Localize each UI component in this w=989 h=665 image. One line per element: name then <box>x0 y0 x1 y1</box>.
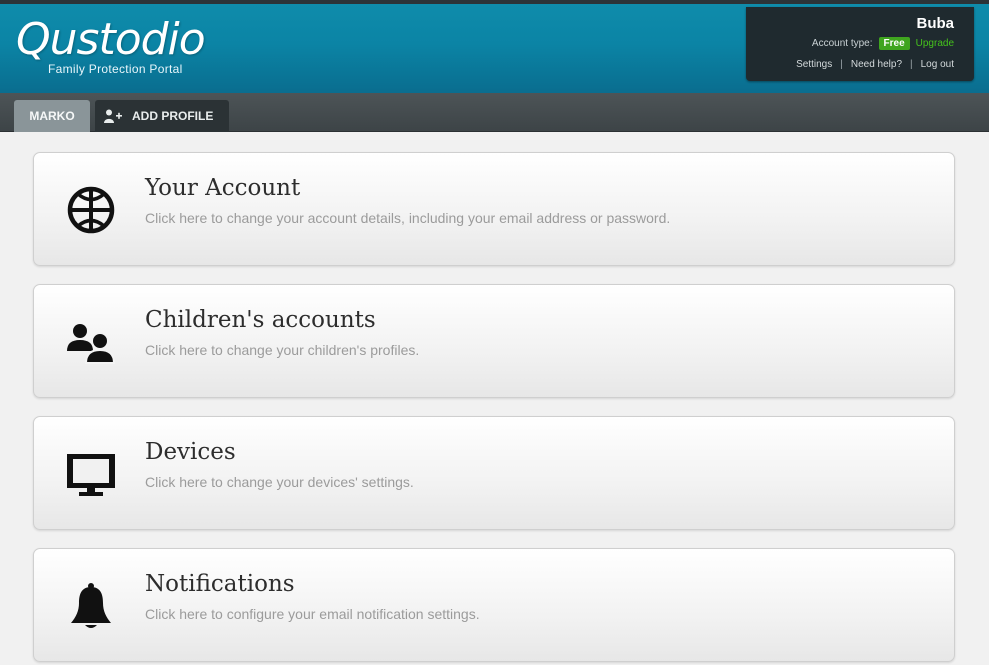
card-description: Click here to configure your email notif… <box>145 606 480 622</box>
card-description: Click here to change your account detail… <box>145 210 671 226</box>
tab-profile-marko[interactable]: MARKO <box>14 100 90 132</box>
monitor-icon <box>64 447 118 501</box>
help-link[interactable]: Need help? <box>851 59 902 70</box>
logout-link[interactable]: Log out <box>921 59 954 70</box>
link-separator: | <box>840 59 843 70</box>
logo[interactable]: Qustodio <box>16 14 206 66</box>
card-title: Devices <box>145 439 236 465</box>
add-profile-label: ADD PROFILE <box>132 109 214 123</box>
bell-icon <box>64 579 118 633</box>
profile-tab-bar: MARKO ADD PROFILE <box>0 93 989 132</box>
link-separator: | <box>910 59 913 70</box>
page: Qustodio Family Protection Portal Buba A… <box>0 0 989 665</box>
tab-profile-label: MARKO <box>29 109 75 123</box>
card-description: Click here to change your children's pro… <box>145 342 420 358</box>
add-profile-button[interactable]: ADD PROFILE <box>95 100 229 132</box>
card-title: Your Account <box>145 175 301 201</box>
card-your-account[interactable]: Your Account Click here to change your a… <box>33 152 955 266</box>
card-childrens-accounts[interactable]: Children's accounts Click here to change… <box>33 284 955 398</box>
account-type-row: Account type: Free Upgrade <box>812 37 954 50</box>
user-links: Settings | Need help? | Log out <box>796 59 954 70</box>
logo-tagline: Family Protection Portal <box>48 62 183 76</box>
card-title: Notifications <box>145 571 295 597</box>
user-panel: Buba Account type: Free Upgrade Settings… <box>746 7 974 81</box>
header: Qustodio Family Protection Portal Buba A… <box>0 0 989 93</box>
card-notifications[interactable]: Notifications Click here to configure yo… <box>33 548 955 662</box>
username: Buba <box>916 15 955 32</box>
upgrade-link[interactable]: Upgrade <box>916 38 954 49</box>
card-devices[interactable]: Devices Click here to change your device… <box>33 416 955 530</box>
account-type-label: Account type: <box>811 38 873 49</box>
account-type-badge: Free <box>878 37 910 50</box>
add-user-icon <box>104 109 122 123</box>
globe-icon <box>64 183 118 237</box>
settings-link[interactable]: Settings <box>796 59 832 70</box>
card-title: Children's accounts <box>145 307 376 333</box>
users-icon <box>64 315 118 369</box>
card-description: Click here to change your devices' setti… <box>145 474 414 490</box>
